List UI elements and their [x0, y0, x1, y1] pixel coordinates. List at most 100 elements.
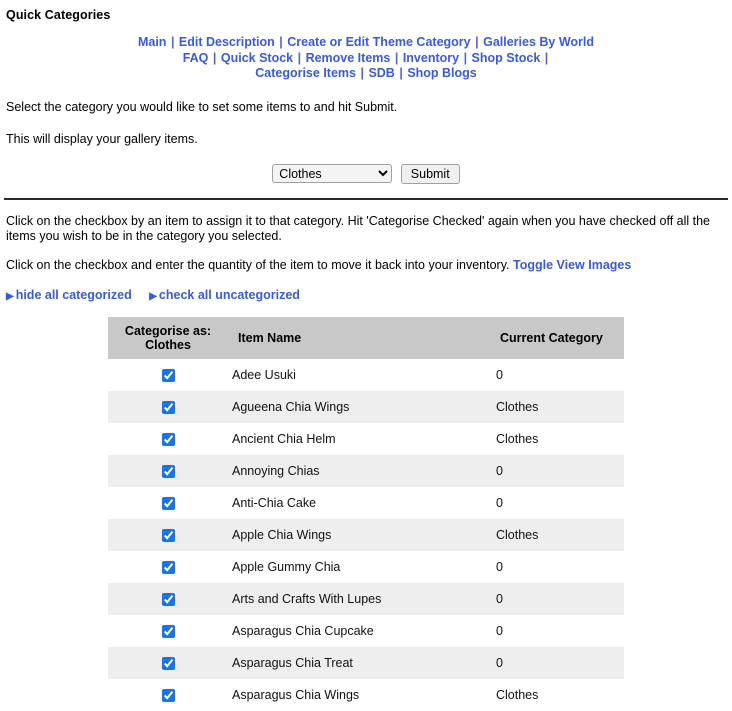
item-name-cell: Anti-Chia Cake — [232, 495, 317, 510]
nav-link-inventory[interactable]: Inventory — [403, 51, 459, 65]
current-category-cell: Clothes — [496, 431, 539, 446]
nav-line-2: FAQ | Quick Stock | Remove Items | Inven… — [4, 51, 728, 67]
current-category-cell: 0 — [496, 623, 503, 638]
nav-line-1: Main | Edit Description | Create or Edit… — [4, 35, 728, 51]
row-checkbox-cell — [108, 359, 228, 391]
table-row: Asparagus Chia Wings Clothes — [108, 678, 624, 711]
check-all-uncategorized-label: check all uncategorized — [158, 287, 300, 302]
table-row: Apple Gummy Chia 0 — [108, 550, 624, 583]
nav-separator: | — [279, 35, 283, 49]
row-checkbox-cell — [108, 615, 228, 647]
nav-link-shop-stock[interactable]: Shop Stock — [472, 51, 541, 65]
item-name-cell: Adee Usuki — [232, 367, 296, 382]
item-name-cell: Annoying Chias — [232, 463, 320, 478]
table-row: Anti-Chia Cake 0 — [108, 486, 624, 519]
item-checkbox[interactable] — [161, 368, 175, 382]
instruction-line-1: Click on the checkbox by an item to assi… — [6, 213, 711, 243]
item-checkbox[interactable] — [161, 496, 175, 510]
nav-separator: | — [544, 50, 549, 65]
nav-link-create-or-edit-theme-category[interactable]: Create or Edit Theme Category — [287, 35, 470, 49]
items-table-head: Categorise as: Clothes Item Name Current… — [108, 316, 624, 359]
row-checkbox-cell — [108, 487, 228, 519]
nav-link-categorise-items[interactable]: Categorise Items — [255, 66, 356, 80]
nav-link-edit-description[interactable]: Edit Description — [179, 35, 275, 49]
nav-separator: | — [170, 35, 175, 49]
nav-link-remove-items[interactable]: Remove Items — [306, 51, 391, 65]
primary-navigation: Main | Edit Description | Create or Edit… — [4, 35, 728, 82]
nav-separator: | — [394, 50, 399, 65]
item-name-cell: Agueena Chia Wings — [232, 399, 350, 414]
table-row: Apple Chia Wings Clothes — [108, 518, 624, 551]
column-header-item-name: Item Name — [228, 316, 492, 359]
item-checkbox[interactable] — [161, 624, 175, 638]
nav-link-main[interactable]: Main — [138, 35, 166, 49]
item-name-cell: Ancient Chia Helm — [232, 431, 336, 446]
nav-separator: | — [212, 50, 217, 65]
nav-link-sdb[interactable]: SDB — [368, 66, 394, 80]
page-container: Quick Categories Main | Edit Description… — [0, 0, 732, 711]
items-table-wrapper: Categorise as: Clothes Item Name Current… — [4, 316, 728, 711]
item-name-cell: Apple Chia Wings — [232, 527, 332, 542]
nav-link-faq[interactable]: FAQ — [183, 51, 209, 65]
row-checkbox-cell — [108, 391, 228, 423]
table-row: Asparagus Chia Treat 0 — [108, 646, 624, 679]
triangle-right-icon: ▶ — [149, 290, 157, 302]
category-select[interactable]: Clothes — [272, 164, 393, 183]
item-checkbox[interactable] — [161, 464, 175, 478]
nav-line-3: Categorise Items | SDB | Shop Blogs — [4, 66, 728, 82]
nav-separator: | — [297, 50, 302, 65]
nav-separator: | — [399, 66, 403, 80]
intro-line-2: This will display your gallery items. — [6, 131, 198, 146]
current-category-cell: 0 — [496, 495, 503, 510]
toggle-links-row: ▶ hide all categorized ▶ check all uncateg… — [6, 288, 728, 302]
column-header-current-category: Current Category — [492, 316, 624, 359]
item-checkbox[interactable] — [161, 688, 175, 702]
submit-button[interactable]: Submit — [400, 163, 460, 184]
section-divider — [4, 197, 728, 200]
nav-link-shop-blogs[interactable]: Shop Blogs — [407, 66, 476, 80]
current-category-cell: 0 — [496, 591, 503, 606]
categorise-as-line-2: Clothes — [145, 337, 191, 352]
instruction-line-2-wrapper: Click on the checkbox and enter the quan… — [6, 258, 728, 273]
table-row: Arts and Crafts With Lupes 0 — [108, 582, 624, 615]
item-name-cell: Asparagus Chia Treat — [232, 655, 353, 670]
item-checkbox[interactable] — [161, 432, 175, 446]
nav-separator: | — [475, 35, 479, 49]
item-checkbox[interactable] — [161, 592, 175, 606]
row-checkbox-cell — [108, 647, 228, 679]
item-name-cell: Arts and Crafts With Lupes — [232, 591, 382, 606]
row-checkbox-cell — [108, 455, 228, 487]
categorise-as-line-1: Categorise as: — [124, 323, 212, 338]
hide-all-categorized-label: hide all categorized — [15, 287, 132, 302]
hide-all-categorized-link[interactable]: ▶ hide all categorized — [6, 288, 132, 302]
column-header-categorise-as: Categorise as: Clothes — [108, 316, 228, 359]
category-form: Clothes Submit — [4, 163, 728, 184]
item-name-cell: Apple Gummy Chia — [232, 559, 341, 574]
item-checkbox[interactable] — [161, 400, 175, 414]
nav-separator: | — [463, 50, 468, 65]
table-row: Ancient Chia Helm Clothes — [108, 422, 624, 455]
row-checkbox-cell — [108, 679, 228, 711]
table-row: Adee Usuki 0 — [108, 358, 624, 391]
item-name-cell: Asparagus Chia Cupcake — [232, 623, 374, 638]
page-title: Quick Categories — [6, 8, 111, 22]
item-checkbox[interactable] — [161, 656, 175, 670]
item-name-cell: Asparagus Chia Wings — [232, 687, 360, 702]
item-checkbox[interactable] — [161, 560, 175, 574]
check-all-uncategorized-link[interactable]: ▶ check all uncategorized — [149, 288, 300, 302]
nav-separator: | — [360, 66, 364, 80]
item-checkbox[interactable] — [161, 528, 175, 542]
row-checkbox-cell — [108, 519, 228, 551]
toggle-view-images-link[interactable]: Toggle View Images — [513, 258, 631, 272]
current-category-cell: Clothes — [496, 399, 539, 414]
nav-link-quick-stock[interactable]: Quick Stock — [221, 51, 293, 65]
current-category-cell: 0 — [496, 463, 503, 478]
row-checkbox-cell — [108, 551, 228, 583]
items-table: Categorise as: Clothes Item Name Current… — [108, 316, 624, 711]
table-row: Agueena Chia Wings Clothes — [108, 390, 624, 423]
table-row: Asparagus Chia Cupcake 0 — [108, 614, 624, 647]
nav-link-galleries-by-world[interactable]: Galleries By World — [483, 35, 594, 49]
current-category-cell: Clothes — [496, 687, 539, 702]
current-category-cell: Clothes — [496, 527, 539, 542]
current-category-cell: 0 — [496, 367, 503, 382]
